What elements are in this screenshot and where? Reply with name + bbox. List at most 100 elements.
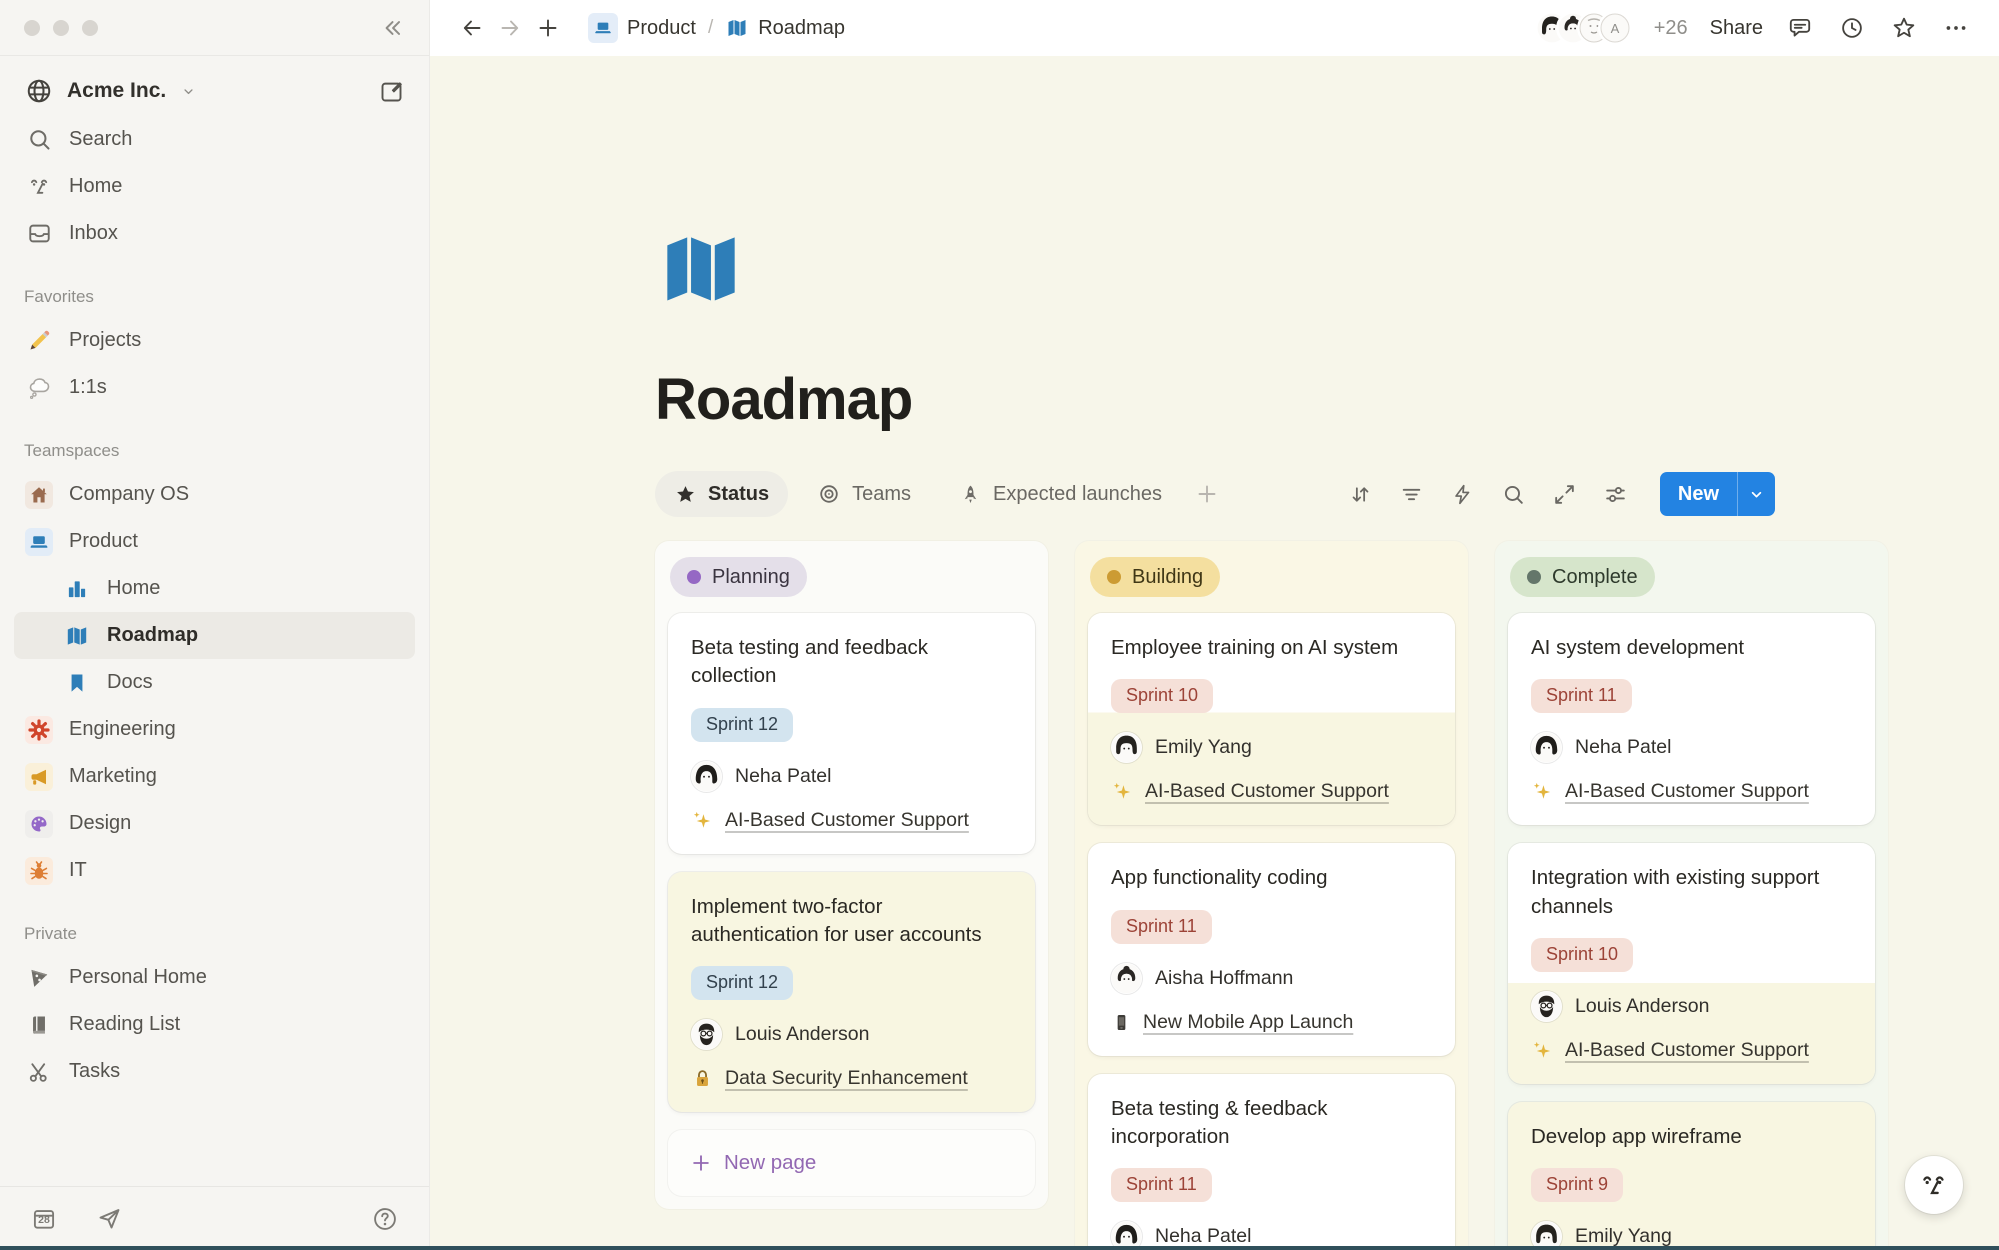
avatar	[1531, 991, 1562, 1022]
tune-icon[interactable]	[1603, 482, 1628, 507]
related-page-link[interactable]: AI-Based Customer Support	[1531, 1039, 1852, 1062]
tab-expected-launches[interactable]: Expected launches	[940, 471, 1181, 517]
send-icon[interactable]	[96, 1205, 123, 1232]
sprint-tag[interactable]: Sprint 10	[1531, 938, 1633, 972]
card-title: Beta testing and feedback collection	[691, 634, 1012, 691]
sidebar-item-company-os[interactable]: Company OS	[14, 471, 415, 518]
traffic-lights[interactable]	[24, 20, 98, 36]
avatar-overflow-count[interactable]: +26	[1654, 17, 1688, 40]
sidebar-item-it[interactable]: IT	[14, 847, 415, 894]
board-card[interactable]: Implement two-factor authentication for …	[668, 872, 1035, 1113]
forward-icon[interactable]	[496, 14, 524, 42]
favorite-star-icon[interactable]	[1889, 13, 1919, 43]
new-tab-plus-icon[interactable]	[534, 14, 562, 42]
sidebar-item-design[interactable]: Design	[14, 800, 415, 847]
back-icon[interactable]	[458, 14, 486, 42]
sidebar-item-reading-list[interactable]: Reading List	[14, 1001, 415, 1048]
card-title: App functionality coding	[1111, 864, 1432, 892]
filter-icon[interactable]	[1399, 482, 1424, 507]
history-clock-icon[interactable]	[1837, 13, 1867, 43]
sprint-tag[interactable]: Sprint 11	[1111, 910, 1212, 944]
new-button-chevron-icon[interactable]	[1737, 472, 1775, 516]
assignee-row: Neha Patel	[691, 761, 1012, 792]
board-card[interactable]: Develop app wireframeSprint 9Emily Yang	[1508, 1102, 1875, 1250]
more-options-icon[interactable]	[1941, 13, 1971, 43]
related-page-link[interactable]: AI-Based Customer Support	[1111, 780, 1432, 803]
house-tile-icon	[24, 481, 54, 509]
sidebar-item-docs[interactable]: Docs	[14, 659, 415, 706]
related-page-link[interactable]: AI-Based Customer Support	[1531, 780, 1852, 803]
sidebar-item-projects[interactable]: Projects	[14, 317, 415, 364]
avatar[interactable]: A	[1600, 13, 1630, 43]
add-view-plus-icon[interactable]	[1195, 482, 1219, 506]
tab-teams[interactable]: Teams	[798, 471, 930, 517]
board-card[interactable]: Beta testing and feedback collection Spri…	[668, 613, 1035, 854]
sidebar-item-home[interactable]: Home	[14, 163, 415, 210]
sprint-tag[interactable]: Sprint 11	[1111, 1168, 1212, 1202]
notion-ai-button[interactable]	[1905, 1156, 1963, 1214]
globe-icon	[24, 76, 54, 106]
pencil-icon	[24, 327, 54, 354]
comments-icon[interactable]	[1785, 13, 1815, 43]
board-card[interactable]: AI system developmentSprint 11Neha Patel…	[1508, 613, 1875, 825]
workspace-switcher[interactable]: Acme Inc.	[14, 66, 415, 116]
sidebar-item-product[interactable]: Product	[14, 518, 415, 565]
related-page-link[interactable]: New Mobile App Launch	[1111, 1011, 1432, 1034]
board-card[interactable]: Integration with existing support channe…	[1508, 843, 1875, 1084]
page-map-icon[interactable]	[655, 224, 747, 312]
card-title: Integration with existing support channe…	[1531, 864, 1852, 921]
sidebar-item-inbox[interactable]: Inbox	[14, 210, 415, 257]
megaphone-tile-icon	[24, 763, 54, 791]
sprint-tag[interactable]: Sprint 12	[691, 966, 793, 1000]
close-window-button[interactable]	[24, 20, 40, 36]
sidebar-item-home[interactable]: Home	[14, 565, 415, 612]
calendar-icon[interactable]: 28	[30, 1205, 58, 1233]
status-badge[interactable]: Planning	[670, 557, 807, 597]
status-badge[interactable]: Complete	[1510, 557, 1655, 597]
new-button[interactable]: New	[1660, 472, 1775, 516]
board-column-building: Building Employee training on AI systemSp…	[1075, 541, 1468, 1250]
bolt-icon[interactable]	[1450, 482, 1475, 507]
related-page-link[interactable]: AI-Based Customer Support	[691, 809, 1012, 832]
sidebar-item-personal-home[interactable]: Personal Home	[14, 954, 415, 1001]
zoom-window-button[interactable]	[82, 20, 98, 36]
sidebar-item-tasks[interactable]: Tasks	[14, 1048, 415, 1095]
svg-text:A: A	[1610, 21, 1619, 36]
minimize-window-button[interactable]	[53, 20, 69, 36]
board-card[interactable]: Beta testing & feedback incorporationSpr…	[1088, 1074, 1455, 1250]
status-badge[interactable]: Building	[1090, 557, 1220, 597]
expand-icon[interactable]	[1552, 482, 1577, 507]
board-card[interactable]: App functionality codingSprint 11Aisha H…	[1088, 843, 1455, 1055]
new-button-label[interactable]: New	[1660, 472, 1737, 516]
sidebar-collapse-icon[interactable]	[379, 15, 405, 41]
sprint-tag[interactable]: Sprint 11	[1531, 679, 1632, 713]
sidebar-item-label: Marketing	[69, 765, 157, 788]
bookmark-icon	[62, 670, 92, 696]
new-page-button[interactable]: New page	[668, 1130, 1035, 1196]
sprint-tag[interactable]: Sprint 12	[691, 708, 793, 742]
board-card[interactable]: Employee training on AI systemSprint 10E…	[1088, 613, 1455, 825]
assignee-row: Louis Anderson	[1531, 991, 1852, 1022]
sprint-tag[interactable]: Sprint 9	[1531, 1168, 1623, 1202]
related-page-link[interactable]: Data Security Enhancement	[691, 1067, 1012, 1090]
sidebar-item-marketing[interactable]: Marketing	[14, 753, 415, 800]
status-dot	[1107, 570, 1121, 584]
avatar-stack[interactable]: A	[1537, 13, 1630, 43]
help-icon[interactable]	[371, 1205, 399, 1233]
breadcrumb-roadmap[interactable]: Roadmap	[725, 16, 845, 40]
column-header: Planning	[670, 557, 1033, 597]
tab-status[interactable]: Status	[655, 471, 788, 517]
sprint-tag[interactable]: Sprint 10	[1111, 679, 1213, 713]
compose-icon[interactable]	[378, 78, 405, 105]
sort-icon[interactable]	[1348, 482, 1373, 507]
breadcrumb-product[interactable]: Product	[588, 13, 696, 43]
sidebar-item-engineering[interactable]: Engineering	[14, 706, 415, 753]
rocket-icon	[959, 483, 982, 506]
sidebar-item-roadmap[interactable]: Roadmap	[14, 612, 415, 659]
views-toolbar: StatusTeamsExpected launches	[655, 471, 1775, 517]
sidebar-item-1-1s[interactable]: 1:1s	[14, 364, 415, 411]
search-icon[interactable]	[1501, 482, 1526, 507]
laptop-icon	[588, 13, 618, 43]
share-button[interactable]: Share	[1710, 17, 1763, 40]
sidebar-item-search[interactable]: Search	[14, 116, 415, 163]
